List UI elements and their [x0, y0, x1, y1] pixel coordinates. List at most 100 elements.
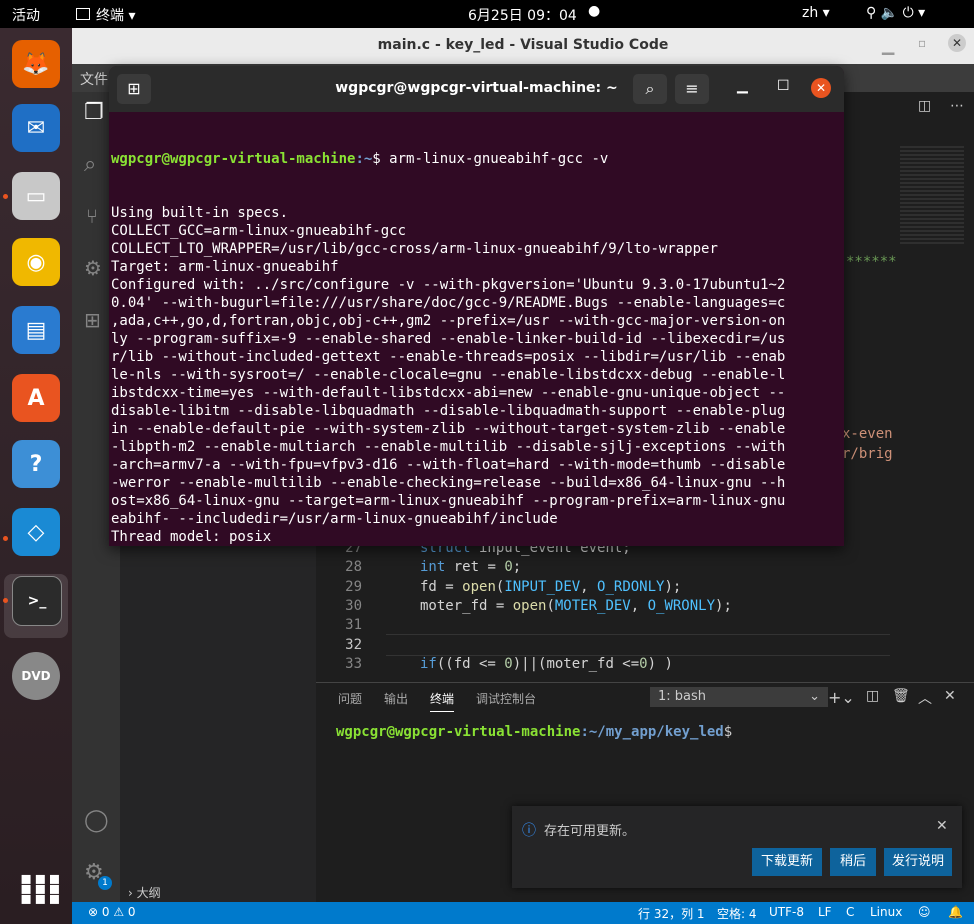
minimize-icon[interactable]: ▁ [737, 78, 748, 94]
close-icon[interactable]: ✕ [811, 78, 831, 98]
running-indicator [3, 598, 8, 603]
terminal-app-icon [76, 8, 90, 20]
eol-status[interactable]: LF [818, 905, 832, 919]
dock-files-icon[interactable]: ▭ [12, 172, 60, 220]
debug-icon[interactable]: ⚙ [84, 256, 102, 280]
update-notification: ⓘ 存在可用更新。 ✕ 下载更新 稍后 发行说明 [512, 806, 962, 888]
code-line[interactable]: int ret = 0; [420, 559, 521, 575]
update-badge: 1 [98, 876, 112, 890]
indent-status[interactable]: 空格: 4 [717, 905, 757, 922]
line-number: 28 [345, 559, 362, 576]
show-apps-icon[interactable]: ▪▪▪ ▪▪▪ ▪▪▪ [20, 870, 63, 908]
minimap[interactable] [900, 146, 964, 246]
trash-icon[interactable]: 🗑 [892, 688, 910, 704]
menu-file[interactable]: 文件 [80, 69, 108, 89]
command-line: wgpcgr@wgpcgr-virtual-machine:~$ arm-lin… [111, 151, 609, 167]
panel-tab[interactable]: 问题 [338, 690, 362, 707]
output-line: ibstdcxx-time=yes --with-default-libstdc… [111, 385, 786, 401]
status-bar: ⊗ 0 ⚠ 0 行 32，列 1 空格: 4 UTF-8 LF C Linux … [72, 902, 974, 924]
clock[interactable]: 6月25日 09：04 [468, 5, 577, 25]
panel-tab[interactable]: 输出 [384, 690, 408, 707]
output-line: Target: arm-linux-gnueabihf [111, 259, 339, 275]
running-indicator [3, 194, 8, 199]
gnome-top-bar: 活动 终端 ▾ 6月25日 09：04 ● zh ▾ ⚲ 🔈 ⏻ ▾ [0, 0, 974, 28]
panel-terminal-prompt[interactable]: wgpcgr@wgpcgr-virtual-machine:~/my_app/k… [336, 724, 732, 740]
output-line: r/lib --without-included-gettext --enabl… [111, 349, 786, 365]
search-icon[interactable]: ⌕ [84, 152, 96, 177]
dock-software-icon[interactable]: A [12, 374, 60, 422]
cursor-position[interactable]: 行 32，列 1 [638, 905, 705, 922]
code-line[interactable]: moter_fd = open(MOTER_DEV, O_WRONLY); [420, 598, 732, 614]
more-actions-icon[interactable]: ⋯ [950, 98, 964, 114]
maximize-icon[interactable]: ☐ [777, 78, 790, 94]
dock-vscode-icon[interactable]: ◇ [12, 508, 60, 556]
minimize-icon[interactable]: ▁ [882, 36, 894, 55]
dock-thunderbird-icon[interactable]: ✉ [12, 104, 60, 152]
panel-tab[interactable]: 终端 [430, 690, 455, 712]
output-line: Configured with: ../src/configure -v --w… [111, 277, 786, 293]
dock-rhythmbox-icon[interactable]: ◉ [12, 238, 60, 286]
terminal-select[interactable]: 1: bash ⌄ [650, 687, 828, 707]
feedback-icon[interactable]: ☺ [918, 905, 931, 919]
notification-dot-icon: ● [588, 3, 601, 19]
search-icon[interactable]: ⌕ [633, 74, 667, 104]
dock-terminal-icon[interactable]: >_ [12, 576, 62, 626]
split-editor-icon[interactable]: ◫ [918, 98, 931, 114]
system-menu[interactable]: ⚲ 🔈 ⏻ ▾ [866, 5, 925, 21]
panel-tab[interactable]: 调试控制台 [476, 690, 536, 707]
vscode-titlebar: main.c - key_led - Visual Studio Code ▁ … [72, 28, 974, 65]
later-button[interactable]: 稍后 [830, 848, 876, 876]
current-line-highlight [386, 634, 890, 656]
account-icon[interactable]: ◯ [84, 808, 109, 833]
dock-help-icon[interactable]: ? [12, 440, 60, 488]
output-line: ost=x86_64-linux-gnu --target=arm-linux-… [111, 493, 786, 509]
output-line: eabihf- --includedir=/usr/arm-linux-gnue… [111, 511, 558, 527]
source-control-icon[interactable]: ⑂ [86, 204, 98, 228]
activities-button[interactable]: 活动 [12, 5, 40, 25]
app-menu[interactable]: 终端 ▾ [76, 5, 135, 25]
maximize-icon[interactable]: ▫ [918, 36, 926, 50]
input-method-menu[interactable]: zh ▾ [802, 5, 830, 21]
line-number: 29 [345, 578, 362, 595]
code-line[interactable]: if((fd <= 0)||(moter_fd <=0) ) [420, 656, 673, 672]
split-terminal-icon[interactable]: ◫ [866, 688, 879, 704]
os-status[interactable]: Linux [870, 905, 902, 919]
output-line: Thread model: posix [111, 529, 272, 545]
dock-writer-icon[interactable]: ▤ [12, 306, 60, 354]
download-update-button[interactable]: 下载更新 [752, 848, 822, 876]
problems-status[interactable]: ⊗ 0 ⚠ 0 [88, 905, 136, 919]
code-snippet: x-even [842, 426, 893, 442]
dock-firefox-icon[interactable]: 🦊 [12, 40, 60, 88]
code-snippet: r/brig [842, 446, 893, 462]
running-indicator [3, 536, 8, 541]
terminal-window[interactable]: ⊞ wgpcgr@wgpcgr-virtual-machine: ~ ⌕ ≡ ▁… [109, 66, 844, 546]
output-line: COLLECT_GCC=arm-linux-gnueabihf-gcc [111, 223, 407, 239]
new-terminal-icon[interactable]: +⌄ [828, 688, 855, 707]
explorer-icon[interactable]: ❐ [84, 100, 104, 125]
dock-dvd-icon[interactable]: DVD [12, 652, 60, 700]
outline-section[interactable]: › 大纲 [128, 884, 161, 901]
extensions-icon[interactable]: ⊞ [84, 308, 101, 332]
encoding-status[interactable]: UTF-8 [769, 905, 804, 919]
output-line: ,ada,c++,go,d,fortran,objc,obj-c++,gm2 -… [111, 313, 786, 329]
info-icon: ⓘ [522, 823, 536, 839]
code-line[interactable]: fd = open(INPUT_DEV, O_RDONLY); [420, 579, 681, 595]
release-notes-button[interactable]: 发行说明 [884, 848, 952, 876]
notification-message: 存在可用更新。 [544, 824, 636, 839]
line-number: 33 [345, 655, 362, 672]
close-icon[interactable]: ✕ [948, 34, 966, 52]
close-notification-icon[interactable]: ✕ [936, 818, 948, 834]
line-number: 30 [345, 597, 362, 614]
hamburger-menu-icon[interactable]: ≡ [675, 74, 709, 104]
output-line: disable-libitm --disable-libquadmath --d… [111, 403, 786, 419]
notifications-bell-icon[interactable]: 🔔 [948, 905, 963, 919]
line-number: 32 [345, 636, 362, 653]
terminal-output[interactable]: wgpcgr@wgpcgr-virtual-machine:~$ arm-lin… [111, 114, 833, 546]
output-line: -arch=armv7-a --with-fpu=vfpv3-d16 --wit… [111, 457, 786, 473]
output-line: 0.04' --with-bugurl=file:///usr/share/do… [111, 295, 786, 311]
close-panel-icon[interactable]: ✕ [944, 688, 956, 704]
code-snippet: ****** [846, 254, 897, 270]
maximize-panel-icon[interactable]: ︿ [918, 688, 932, 708]
output-line: -libpth-m2 --enable-multiarch --enable-m… [111, 439, 786, 455]
language-status[interactable]: C [846, 905, 854, 919]
